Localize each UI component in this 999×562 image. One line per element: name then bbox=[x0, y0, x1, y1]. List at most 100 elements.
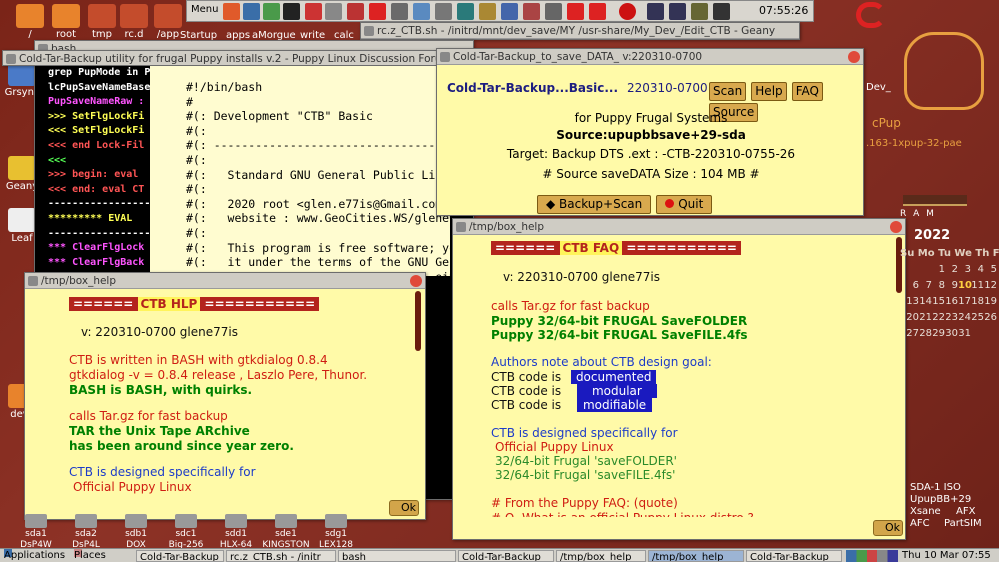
calendar-day[interactable]: 22 bbox=[932, 310, 945, 326]
power-icon[interactable] bbox=[619, 3, 636, 20]
calendar-day[interactable]: 8 bbox=[932, 278, 945, 294]
calendar-day[interactable]: 7 bbox=[919, 278, 932, 294]
taskbar-item[interactable]: rc.z_CTB.sh - /initr bbox=[226, 550, 336, 562]
help-scrollbar[interactable] bbox=[415, 291, 421, 351]
drive-icon-sdc1[interactable]: sdc1 Big-256 bbox=[160, 514, 212, 551]
app-launcher-icon[interactable] bbox=[713, 3, 730, 20]
app-launcher-icon[interactable] bbox=[523, 3, 540, 20]
drive-icon-sde1[interactable]: sde1 KINGSTON bbox=[260, 514, 312, 551]
taskbar-item[interactable]: bash bbox=[338, 550, 456, 562]
right-launcher-iso[interactable]: SDA-1 ISO bbox=[910, 482, 961, 493]
editor-pane[interactable]: #!/bin/bash # #(: Development "CTB" Basic #… bbox=[150, 66, 450, 276]
pdf-icon[interactable] bbox=[369, 3, 386, 20]
drive-icon-sda1[interactable]: sda1 DsP4W bbox=[10, 514, 62, 551]
calendar-day[interactable]: 10 bbox=[958, 278, 972, 294]
app-launcher-icon[interactable] bbox=[669, 3, 686, 20]
calendar-day[interactable]: 25 bbox=[971, 310, 984, 326]
ctb-title[interactable]: Cold-Tar-Backup_to_save_DATA_ v:220310-0… bbox=[437, 49, 863, 65]
faq-button[interactable]: FAQ bbox=[791, 82, 823, 101]
app-launcher-icon[interactable] bbox=[263, 3, 280, 20]
app-launcher-icon[interactable] bbox=[647, 3, 664, 20]
app-launcher-icon[interactable] bbox=[545, 3, 562, 20]
calendar-day[interactable]: 13 bbox=[906, 294, 919, 310]
calendar-day[interactable]: 27 bbox=[906, 326, 919, 342]
app-launcher-icon[interactable] bbox=[391, 3, 408, 20]
calendar-day[interactable]: 15 bbox=[932, 294, 945, 310]
taskbar-item[interactable]: Cold-Tar-Backup bbox=[458, 550, 554, 562]
calendar-day[interactable]: 18 bbox=[971, 294, 984, 310]
app-launcher-icon[interactable] bbox=[457, 3, 474, 20]
calendar-day[interactable]: 19 bbox=[984, 294, 997, 310]
pdf-icon[interactable] bbox=[567, 3, 584, 20]
search-icon[interactable] bbox=[413, 3, 430, 20]
app-launcher-icon[interactable] bbox=[243, 3, 260, 20]
calendar-day[interactable]: 16 bbox=[945, 294, 958, 310]
backup-scan-button[interactable]: ◆ Backup+Scan bbox=[537, 195, 652, 214]
app-launcher-icon[interactable] bbox=[223, 3, 240, 20]
gear-icon[interactable] bbox=[435, 3, 452, 20]
calendar-day[interactable]: 20 bbox=[906, 310, 919, 326]
calendar-day[interactable]: 12 bbox=[984, 278, 997, 294]
right-launcher-partsim[interactable]: PartSIM bbox=[944, 518, 982, 529]
calendar-day[interactable]: 5 bbox=[984, 262, 997, 278]
right-launcher-xsane[interactable]: Xsane bbox=[910, 506, 941, 517]
help-button[interactable]: Help bbox=[751, 82, 787, 101]
help-title[interactable]: /tmp/box_help bbox=[25, 273, 425, 289]
faq-title[interactable]: /tmp/box_help bbox=[453, 219, 905, 235]
calendar-day[interactable] bbox=[984, 326, 997, 342]
drive-icon-sdg1[interactable]: sdg1 LEX128 bbox=[310, 514, 362, 551]
taskbar-item[interactable]: Cold-Tar-Backup bbox=[746, 550, 842, 562]
calendar-day[interactable]: 11 bbox=[971, 278, 984, 294]
faq-ok-button[interactable]: Ok bbox=[873, 520, 903, 536]
pdf-icon[interactable] bbox=[589, 3, 606, 20]
calendar-day[interactable]: 9 bbox=[945, 278, 958, 294]
calendar-day[interactable]: 30 bbox=[945, 326, 958, 342]
close-icon[interactable] bbox=[410, 275, 422, 287]
taskbar-clock[interactable]: Thu 10 Mar 07:55 bbox=[902, 549, 991, 562]
calendar-day[interactable]: 3 bbox=[958, 262, 971, 278]
calendar-day[interactable] bbox=[919, 262, 932, 278]
app-launcher-icon[interactable] bbox=[347, 3, 364, 20]
calendar-day[interactable]: 2 bbox=[945, 262, 958, 278]
quit-button[interactable]: Quit bbox=[656, 195, 713, 214]
refresh-icon[interactable] bbox=[856, 2, 886, 28]
taskbar-item[interactable]: Cold-Tar-Backup bbox=[136, 550, 224, 562]
calendar-day[interactable]: 21 bbox=[919, 310, 932, 326]
calendar-day[interactable]: 14 bbox=[919, 294, 932, 310]
calendar-day[interactable]: 29 bbox=[932, 326, 945, 342]
calendar-day[interactable]: 4 bbox=[971, 262, 984, 278]
close-icon[interactable] bbox=[848, 51, 860, 63]
faq-scrollbar[interactable] bbox=[896, 237, 902, 293]
app-launcher-icon[interactable] bbox=[479, 3, 496, 20]
forum-title[interactable]: Cold-Tar-Backup utility for frugal Puppy… bbox=[3, 51, 451, 65]
app-launcher-icon[interactable] bbox=[691, 3, 708, 20]
calendar-day[interactable]: 24 bbox=[958, 310, 971, 326]
scan-button[interactable]: Scan bbox=[709, 82, 747, 101]
drive-icon-sdd1[interactable]: sdd1 HLX-64 bbox=[210, 514, 262, 551]
calendar-day[interactable]: 6 bbox=[906, 278, 919, 294]
app-launcher-icon[interactable] bbox=[305, 3, 322, 20]
calendar-day[interactable]: 23 bbox=[945, 310, 958, 326]
taskbar-item[interactable]: /tmp/box_help bbox=[556, 550, 646, 562]
calendar-day[interactable]: 1 bbox=[932, 262, 945, 278]
calendar-day[interactable]: 28 bbox=[919, 326, 932, 342]
geany-title[interactable]: rc.z_CTB.sh - /initrd/mnt/dev_save/MY /u… bbox=[361, 23, 799, 39]
taskbar-item[interactable]: /tmp/box_help bbox=[648, 550, 744, 562]
close-icon[interactable] bbox=[890, 221, 902, 233]
terminal-icon[interactable] bbox=[283, 3, 300, 20]
menu-button[interactable]: Menu bbox=[191, 4, 218, 15]
app-launcher-icon[interactable] bbox=[325, 3, 342, 20]
calendar-day[interactable] bbox=[906, 262, 919, 278]
drive-icon-sda2[interactable]: sda2 DsP4L bbox=[60, 514, 112, 551]
right-launcher-afx[interactable]: AFX bbox=[956, 506, 975, 517]
right-launcher-afc[interactable]: AFC bbox=[910, 518, 930, 529]
code-line: #(: website : www.GeoCities.WS/glene77is bbox=[186, 211, 450, 226]
app-launcher-icon[interactable] bbox=[501, 3, 518, 20]
right-launcher-upup[interactable]: UpupBB+29 bbox=[910, 494, 971, 505]
calendar-day[interactable]: 26 bbox=[984, 310, 997, 326]
help-ok-button[interactable]: Ok bbox=[389, 500, 419, 516]
calendar-day[interactable]: 31 bbox=[958, 326, 971, 342]
calendar-day[interactable] bbox=[971, 326, 984, 342]
drive-icon-sdb1[interactable]: sdb1 DOX bbox=[110, 514, 162, 551]
calendar-day[interactable]: 17 bbox=[958, 294, 971, 310]
